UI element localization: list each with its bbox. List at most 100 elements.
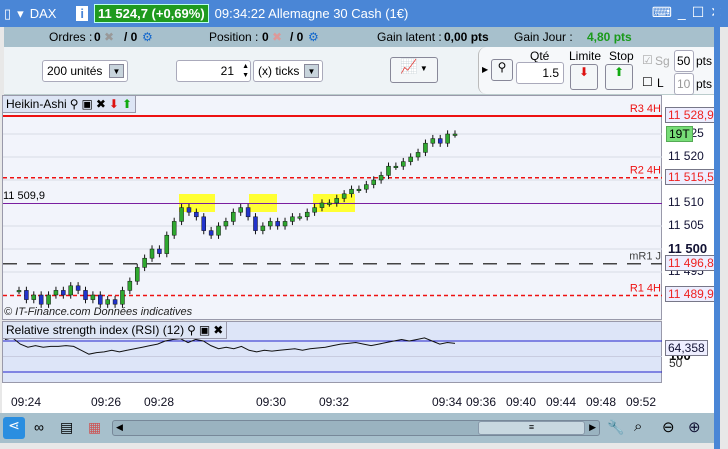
- cancel-orders-icon[interactable]: ✖: [104, 30, 114, 44]
- candle: [105, 299, 110, 305]
- indicators-icon[interactable]: ▦: [88, 419, 101, 436]
- limit-order-button[interactable]: ⬇: [570, 64, 598, 90]
- candle: [401, 161, 406, 167]
- price-chart[interactable]: R3 4H R2 4H mR1 J R1 4H: [2, 95, 663, 320]
- candle: [16, 290, 22, 293]
- gear-icon[interactable]: ⚙: [308, 30, 319, 44]
- share-icon[interactable]: ⋖: [3, 417, 25, 439]
- candle-icon[interactable]: ▯: [4, 6, 11, 22]
- candle: [24, 290, 29, 300]
- l-checkbox[interactable]: ☐: [642, 75, 653, 89]
- l-pts-input[interactable]: 10: [674, 73, 694, 95]
- candle: [231, 211, 236, 222]
- candle: [445, 133, 450, 144]
- rsi-line: [4, 337, 456, 355]
- rsi-scale-mid: 50: [669, 356, 683, 370]
- pivot-label: R3 4H: [630, 103, 661, 115]
- zoom-out-icon[interactable]: ⊖: [662, 418, 675, 436]
- candle: [334, 198, 340, 204]
- time-tick: 09:44: [546, 395, 577, 409]
- scroll-right-icon[interactable]: ▶: [589, 422, 596, 433]
- scroll-left-icon[interactable]: ◀: [116, 422, 123, 433]
- orders-value: 0: [94, 30, 101, 44]
- ticks-input[interactable]: 21 ▲ ▼: [176, 60, 251, 82]
- sg-pts-label: pts: [696, 54, 713, 68]
- price-badge: 11 524,7 (+0,69%): [94, 4, 209, 23]
- candle: [83, 290, 88, 300]
- sg-checkbox[interactable]: ☑: [642, 53, 653, 67]
- strategy-button[interactable]: 📈 ▼: [390, 57, 438, 83]
- wrench-icon[interactable]: ⚲: [70, 97, 79, 111]
- candle: [408, 156, 413, 162]
- indicator-chart-icon: 📈: [400, 58, 418, 74]
- candle: [157, 248, 162, 254]
- zoom-in-icon[interactable]: ⊕: [688, 418, 701, 436]
- position-value-2: / 0: [290, 30, 304, 44]
- l-pts-value: 10: [677, 77, 691, 91]
- candle: [112, 299, 118, 305]
- keyboard-icon[interactable]: ⌨: [652, 4, 672, 21]
- pivot-label: mR1 J: [629, 251, 661, 263]
- candle: [68, 285, 73, 296]
- pivot-price-tag: 11 515,5: [665, 168, 717, 185]
- horizontal-scrollbar[interactable]: ◀ ≡ ▶: [112, 420, 600, 436]
- candle: [275, 221, 280, 227]
- window-icon[interactable]: ▣: [81, 97, 92, 111]
- candle: [327, 202, 332, 205]
- info-bar: Ordres : 0 ✖ / 0 ⚙ Position : 0 ✖ / 0 ⚙ …: [4, 27, 720, 47]
- close-icon[interactable]: ✖: [96, 97, 106, 111]
- background: [720, 27, 728, 449]
- window-icon[interactable]: ▣: [199, 323, 210, 337]
- time-tick: 09:36: [466, 395, 497, 409]
- time-tick: 09:52: [626, 395, 657, 409]
- units-value: 200 unités: [47, 64, 103, 78]
- qty-input[interactable]: 1.5: [516, 62, 564, 84]
- wrench-icon[interactable]: ⚲: [187, 323, 196, 337]
- stop-order-button[interactable]: ⬆: [605, 64, 633, 90]
- dropdown-icon[interactable]: ▾: [17, 6, 24, 22]
- candle: [423, 142, 428, 153]
- candle: [452, 133, 458, 136]
- candle: [216, 225, 221, 236]
- candle: [245, 207, 251, 218]
- link-icon[interactable]: ∞: [34, 419, 44, 435]
- chart-header: Heikin-Ashi ⚲ ▣ ✖ ⬇ ⬆: [2, 95, 137, 113]
- candle: [393, 165, 399, 168]
- ticks-unit-select[interactable]: (x) ticks ▼: [253, 60, 323, 82]
- collapse-arrow-icon[interactable]: ▶: [482, 65, 488, 74]
- info-icon[interactable]: i: [76, 6, 89, 21]
- drawing-list-icon[interactable]: ▤: [60, 419, 73, 436]
- pivot-price-tag: 11 496,8: [665, 254, 717, 271]
- pivot-label: R1 4H: [630, 282, 661, 294]
- gear-icon[interactable]: ⚙: [142, 30, 153, 44]
- candle: [415, 152, 421, 158]
- buy-icon[interactable]: ⬆: [122, 97, 132, 111]
- bottom-toolbar: ⋖ ∞ ▤ ▦ ◀ ≡ ▶ 🔧 ⌕ ⊖ ⊕: [0, 413, 714, 443]
- candle: [290, 216, 295, 222]
- wrench-icon[interactable]: ⚲: [491, 59, 513, 81]
- candle: [98, 294, 103, 305]
- close-position-icon[interactable]: ✖: [272, 30, 282, 44]
- chart-type-label: Heikin-Ashi: [6, 97, 67, 111]
- candle: [253, 216, 258, 231]
- candle: [297, 216, 303, 219]
- sg-pts-input[interactable]: 50: [674, 50, 694, 72]
- minimize-button[interactable]: _: [678, 4, 686, 21]
- maximize-button[interactable]: ☐: [692, 4, 705, 21]
- candle: [356, 188, 362, 191]
- autoscale-icon[interactable]: ⌕: [634, 418, 642, 435]
- rsi-value-tag: 64,358: [665, 340, 708, 356]
- units-select[interactable]: 200 unités ▼: [42, 60, 128, 82]
- candles-svg: R3 4H R2 4H mR1 J R1 4H: [3, 103, 663, 308]
- sell-icon[interactable]: ⬇: [109, 97, 119, 111]
- close-icon[interactable]: ✖: [213, 323, 223, 337]
- ticks-value: 21: [220, 64, 234, 78]
- candle: [386, 165, 391, 176]
- scrollbar-thumb[interactable]: ≡: [478, 421, 585, 435]
- candle: [142, 257, 147, 268]
- symbol: DAX: [29, 6, 57, 21]
- candle: [186, 207, 192, 213]
- spinner-icon[interactable]: ▲ ▼: [242, 62, 249, 80]
- stop-label: Stop: [609, 49, 634, 63]
- chart-settings-icon[interactable]: 🔧: [607, 419, 624, 436]
